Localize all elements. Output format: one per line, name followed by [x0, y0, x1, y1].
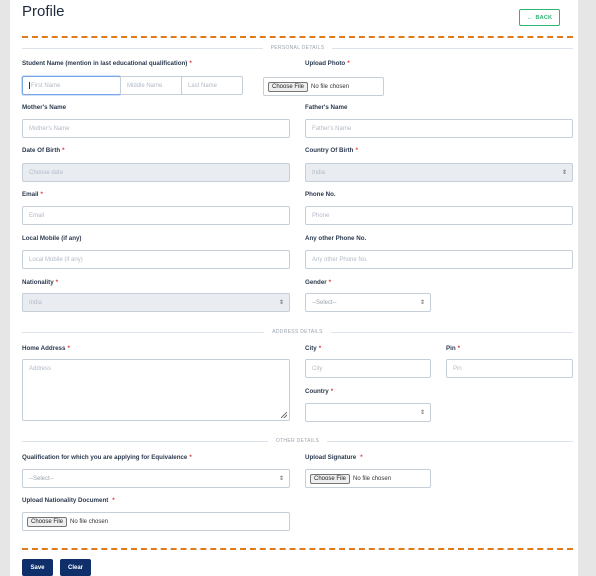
- local-mobile-label: Local Mobile (if any): [22, 235, 82, 242]
- other-phone-input[interactable]: Any other Phone No.: [305, 250, 573, 269]
- section-label: ADDRESS DETAILS: [272, 329, 323, 335]
- dob-label: Date Of Birth *: [22, 147, 65, 154]
- upload-photo-label: Upload Photo *: [305, 60, 350, 67]
- save-button[interactable]: Save: [22, 559, 53, 576]
- required-marker: *: [189, 60, 192, 67]
- home-address-textarea[interactable]: Address: [22, 359, 290, 421]
- profile-form-card: Profile ← BACK PERSONAL DETAILS Student …: [10, 0, 578, 576]
- pin-input[interactable]: Pin: [446, 359, 573, 378]
- fathers-name-input[interactable]: Father's Name: [305, 119, 573, 138]
- fathers-name-label: Father's Name: [305, 104, 348, 111]
- phone-label: Phone No.: [305, 191, 336, 198]
- phone-input[interactable]: Phone: [305, 206, 573, 225]
- select-arrows-icon: ⇕: [561, 169, 567, 176]
- section-label: PERSONAL DETAILS: [270, 45, 325, 51]
- select-arrows-icon: ⇕: [419, 409, 425, 416]
- other-phone-label: Any other Phone No.: [305, 235, 367, 242]
- email-label: Email *: [22, 191, 43, 198]
- section-divider-address: ADDRESS DETAILS: [22, 328, 573, 336]
- first-name-input[interactable]: First Name: [22, 76, 121, 95]
- arrow-left-icon: ←: [526, 14, 533, 21]
- country-of-birth-select[interactable]: India ⇕: [305, 163, 573, 182]
- country-label: Country *: [305, 388, 334, 395]
- top-dashed-divider: [22, 36, 573, 38]
- upload-signature-input[interactable]: Choose File No file chosen: [305, 469, 431, 488]
- city-input[interactable]: City: [305, 359, 431, 378]
- student-name-label: Student Name (mention in last educationa…: [22, 60, 192, 67]
- upload-signature-label: Upload Signature *: [305, 454, 363, 461]
- back-button-label: BACK: [535, 14, 553, 21]
- section-label: OTHER DETAILS: [275, 438, 320, 444]
- local-mobile-input[interactable]: Local Mobile (if any): [22, 250, 290, 269]
- city-label: City *: [305, 345, 322, 352]
- bottom-dashed-divider: [22, 548, 573, 550]
- nationality-select[interactable]: India ⇕: [22, 293, 290, 312]
- choose-file-button[interactable]: Choose File: [310, 473, 351, 484]
- file-status: No file chosen: [353, 475, 392, 482]
- select-arrows-icon: ⇕: [419, 299, 425, 306]
- mothers-name-label: Mother's Name: [22, 104, 67, 111]
- dob-input[interactable]: Choose date: [22, 163, 290, 182]
- resize-handle-icon[interactable]: [281, 412, 287, 418]
- pin-label: Pin *: [446, 345, 461, 352]
- mothers-name-input[interactable]: Mother's Name: [22, 119, 290, 138]
- left-gutter: [0, 0, 10, 576]
- select-arrows-icon: ⇕: [278, 475, 284, 482]
- gender-select[interactable]: --Select-- ⇕: [305, 293, 431, 312]
- upload-nationality-input[interactable]: Choose File No file chosen: [22, 512, 290, 531]
- email-input[interactable]: Email: [22, 206, 290, 225]
- qualification-label: Qualification for which you are applying…: [22, 454, 192, 461]
- upload-nationality-label: Upload Nationality Document *: [22, 497, 115, 504]
- select-arrows-icon: ⇕: [278, 299, 284, 306]
- qualification-select[interactable]: --Select-- ⇕: [22, 469, 290, 488]
- home-address-label: Home Address *: [22, 345, 70, 352]
- section-divider-personal: PERSONAL DETAILS: [22, 44, 573, 52]
- middle-name-input[interactable]: Middle Name: [120, 76, 182, 95]
- country-of-birth-label: Country Of Birth *: [305, 147, 358, 154]
- file-status: No file chosen: [311, 83, 350, 90]
- file-status: No file chosen: [70, 518, 109, 525]
- nationality-label: Nationality *: [22, 279, 59, 286]
- last-name-input[interactable]: Last Name: [181, 76, 243, 95]
- choose-file-button[interactable]: Choose File: [27, 516, 68, 527]
- choose-file-button[interactable]: Choose File: [268, 81, 309, 92]
- gender-label: Gender *: [305, 279, 332, 286]
- clear-button[interactable]: Clear: [60, 559, 91, 576]
- section-divider-other: OTHER DETAILS: [22, 437, 574, 445]
- page-title: Profile: [22, 3, 65, 20]
- back-button[interactable]: ← BACK: [519, 9, 560, 26]
- country-select[interactable]: ⇕: [305, 403, 431, 422]
- upload-photo-input[interactable]: Choose File No file chosen: [263, 77, 384, 96]
